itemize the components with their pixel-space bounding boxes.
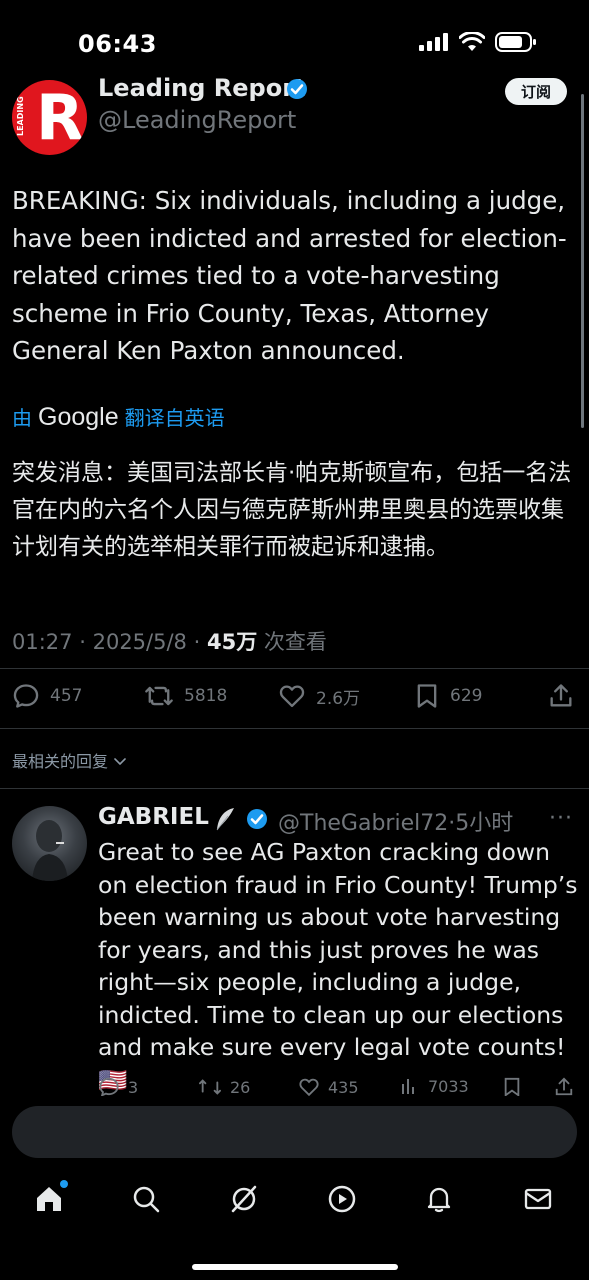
tab-home[interactable] — [34, 1180, 68, 1214]
verified-badge-icon — [247, 809, 267, 829]
messages-icon — [524, 1188, 552, 1210]
reply-compose-input[interactable] — [12, 1106, 577, 1158]
feather-icon — [216, 808, 234, 831]
like-icon — [299, 1078, 319, 1097]
like-icon — [279, 685, 305, 708]
avatar-letter: R — [36, 81, 84, 154]
subscribe-button[interactable]: 订阅 — [504, 78, 567, 105]
repost-button[interactable]: 5818 — [144, 682, 227, 710]
translated-suffix: 翻译自英语 — [124, 406, 225, 430]
translated-by-link[interactable]: 由 Google 翻译自英语 — [12, 402, 225, 432]
wifi-icon — [459, 32, 485, 51]
tweet-translation: 突发消息：美国司法部长肯·帕克斯顿宣布，包括一名法官在内的六名个人因与德克萨斯州… — [12, 460, 572, 560]
bookmark-button[interactable]: 629 — [414, 682, 482, 710]
reply-bookmark-button[interactable] — [502, 1076, 522, 1098]
divider — [0, 668, 589, 669]
reply-views-button[interactable]: 7033 — [400, 1076, 469, 1096]
tweet-time[interactable]: 01:27 — [12, 630, 73, 654]
replies-sort-dropdown[interactable]: 最相关的回复 — [12, 748, 127, 772]
tweet-text: BREAKING: Six individuals, including a j… — [12, 186, 567, 365]
author-display-name[interactable]: Leading Report — [98, 74, 306, 102]
repost-count: 5818 — [184, 686, 228, 706]
reply-repost-button[interactable]: 26 — [198, 1076, 250, 1098]
bookmark-count: 629 — [450, 686, 483, 706]
status-time: 06:43 — [78, 30, 157, 58]
tweet-date[interactable]: 2025/5/8 — [93, 630, 187, 654]
tab-search[interactable] — [131, 1184, 161, 1214]
share-button[interactable] — [548, 682, 574, 710]
reply-repost-count: 26 — [230, 1077, 251, 1097]
reply-text: Great to see AG Paxton cracking down on … — [98, 838, 578, 1094]
share-icon — [550, 684, 572, 707]
reply-like-button[interactable]: 435 — [298, 1076, 359, 1098]
tweet-header: LEADING R Leading Report @LeadingReport … — [0, 72, 589, 155]
home-icon — [37, 1187, 61, 1211]
status-bar: 06:43 — [0, 0, 589, 82]
battery-icon — [495, 32, 536, 52]
reply-reply-count: 3 — [128, 1077, 139, 1097]
reply-like-count: 435 — [328, 1077, 359, 1097]
google-logo-text: Google — [38, 403, 119, 431]
tweet-actions: 457 5818 2.6万 629 — [0, 680, 589, 714]
signal-icon — [419, 33, 448, 51]
verified-badge-icon — [287, 79, 307, 99]
views-count: 45万 — [206, 630, 258, 654]
video-icon — [328, 1185, 356, 1213]
share-icon — [555, 1077, 573, 1096]
tweet-meta: 01:27 · 2025/5/8 · 45万 次查看 — [12, 626, 327, 656]
tab-grok[interactable] — [229, 1184, 259, 1214]
bottom-bar — [0, 1096, 589, 1280]
search-icon — [133, 1186, 160, 1213]
views-label: 次查看 — [263, 630, 327, 654]
reply-reply-button[interactable]: 3 — [98, 1076, 138, 1098]
home-indicator[interactable] — [192, 1264, 398, 1270]
reply-handle-time[interactable]: @TheGabriel72·5小时 — [278, 805, 513, 837]
avatar-photo — [32, 820, 68, 881]
replies-sort-label: 最相关的回复 — [12, 752, 109, 771]
reply-count: 457 — [50, 686, 83, 706]
divider — [0, 788, 589, 789]
status-icons — [419, 32, 537, 52]
reply-icon — [13, 684, 39, 708]
more-options-button[interactable]: ··· — [549, 806, 573, 831]
meta-separator: · — [193, 630, 201, 654]
tab-video[interactable] — [327, 1184, 357, 1214]
reply-views-count: 7033 — [428, 1076, 469, 1096]
reply-tweet[interactable]: GABRIEL @TheGabriel72·5小时 ··· Great to s… — [0, 792, 589, 1097]
grok-icon — [231, 1185, 257, 1213]
chevron-down-icon — [114, 758, 126, 765]
tab-notifications[interactable] — [424, 1184, 454, 1214]
tab-bar — [0, 1172, 589, 1232]
reply-icon — [99, 1077, 119, 1097]
reply-display-name[interactable]: GABRIEL — [98, 804, 209, 830]
divider — [0, 728, 589, 729]
author-handle[interactable]: @LeadingReport — [98, 106, 296, 134]
reply-button[interactable]: 457 — [12, 682, 82, 710]
like-button[interactable]: 2.6万 — [278, 682, 360, 710]
repost-icon — [199, 1079, 221, 1095]
notification-dot — [60, 1180, 68, 1188]
avatar-side-text: LEADING — [16, 96, 25, 136]
bookmark-icon — [417, 684, 437, 708]
reply-avatar[interactable] — [12, 806, 87, 881]
bookmark-icon — [504, 1077, 520, 1097]
views-icon — [402, 1079, 414, 1094]
like-count: 2.6万 — [316, 688, 361, 709]
author-avatar[interactable]: LEADING R — [12, 80, 87, 155]
repost-icon — [145, 686, 173, 706]
notifications-icon — [427, 1187, 451, 1213]
meta-separator: · — [79, 630, 86, 654]
reply-share-button[interactable] — [554, 1076, 574, 1098]
translated-prefix: 由 — [12, 406, 32, 430]
tab-messages[interactable] — [523, 1184, 553, 1214]
